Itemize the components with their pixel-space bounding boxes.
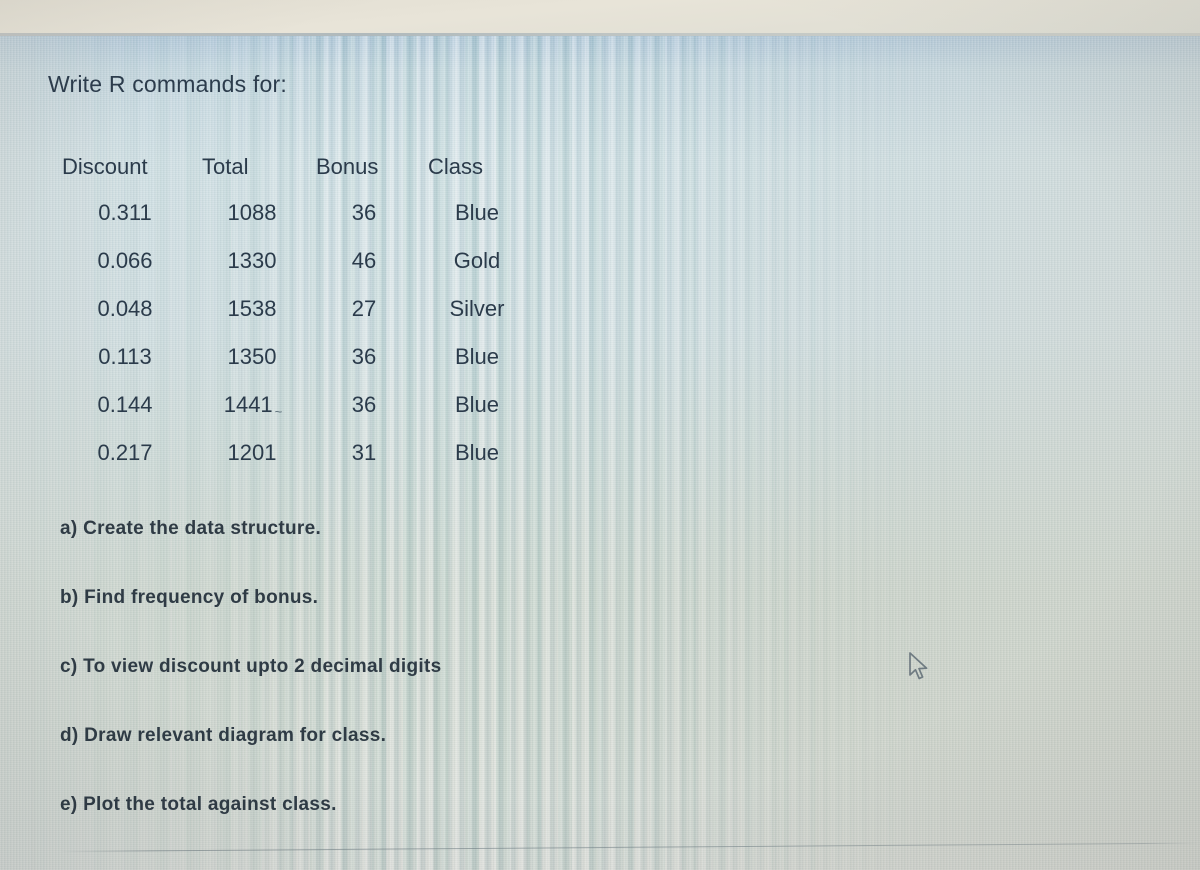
document-content: Write R commands for: Discount Total Bon… (0, 0, 1200, 870)
cell-discount: 0.048 (97, 296, 153, 321)
cell-class: Blue (454, 440, 500, 465)
cell-discount: 0.311 (98, 200, 152, 225)
column-header-discount: Discount (62, 154, 148, 179)
mouse-pointer-icon (908, 652, 930, 687)
cell-total: 1538 (227, 296, 277, 321)
table-row: 0.311 1088 36 Blue (58, 189, 538, 237)
questions-list: a) Create the data structure. b) Find fr… (60, 518, 700, 816)
table-header-row: Discount Total Bonus Class (58, 145, 538, 189)
table-row: 0.048 1538 27 Silver (58, 285, 538, 333)
page-title: Write R commands for: (48, 71, 287, 97)
cell-bonus: 36 (351, 392, 377, 417)
cell-bonus: 46 (351, 248, 377, 273)
question-item-a: a) Create the data structure. (60, 518, 322, 539)
cell-class: Blue (454, 344, 500, 369)
cell-discount: 0.217 (97, 440, 153, 465)
photographed-screen: Write R commands for: Discount Total Bon… (0, 0, 1200, 870)
cell-total: 1350 (227, 344, 277, 369)
table-row: 0.066 1330 46 Gold (58, 237, 538, 285)
cell-total: 1441 ~ (192, 381, 312, 429)
cell-total: 1201 (227, 440, 277, 465)
column-header-bonus: Bonus (316, 154, 379, 179)
cell-class: Blue (454, 200, 500, 225)
cell-bonus: 36 (351, 200, 377, 225)
cell-class: Blue (454, 392, 500, 417)
cell-bonus: 36 (351, 344, 377, 369)
monitor-bezel-strip (0, 0, 1200, 36)
cell-total-value: 1441 (223, 392, 273, 417)
column-header-class: Class (428, 154, 484, 179)
cell-bonus: 31 (351, 440, 377, 465)
table-row: 0.144 1441 ~ 36 Blue (58, 381, 538, 429)
question-item-b: b) Find frequency of bonus. (60, 587, 319, 608)
cell-discount: 0.066 (97, 248, 153, 273)
question-item-d: d) Draw relevant diagram for class. (60, 725, 387, 746)
cell-class: Silver (449, 296, 505, 321)
data-table: Discount Total Bonus Class 0.311 1088 36… (58, 145, 538, 477)
table-row: 0.217 1201 31 Blue (58, 429, 538, 477)
cell-total: 1330 (227, 248, 277, 273)
cell-class: Gold (453, 248, 501, 273)
scan-artifact-mark: ~ (274, 404, 283, 419)
column-header-total: Total (202, 154, 249, 179)
table-row: 0.113 1350 36 Blue (58, 333, 538, 381)
cell-discount: 0.144 (97, 392, 153, 417)
cell-discount: 0.113 (98, 344, 152, 369)
cell-total: 1088 (227, 200, 277, 225)
question-item-e: e) Plot the total against class. (60, 794, 337, 815)
cell-bonus: 27 (351, 296, 377, 321)
question-item-c: c) To view discount upto 2 decimal digit… (60, 656, 442, 677)
